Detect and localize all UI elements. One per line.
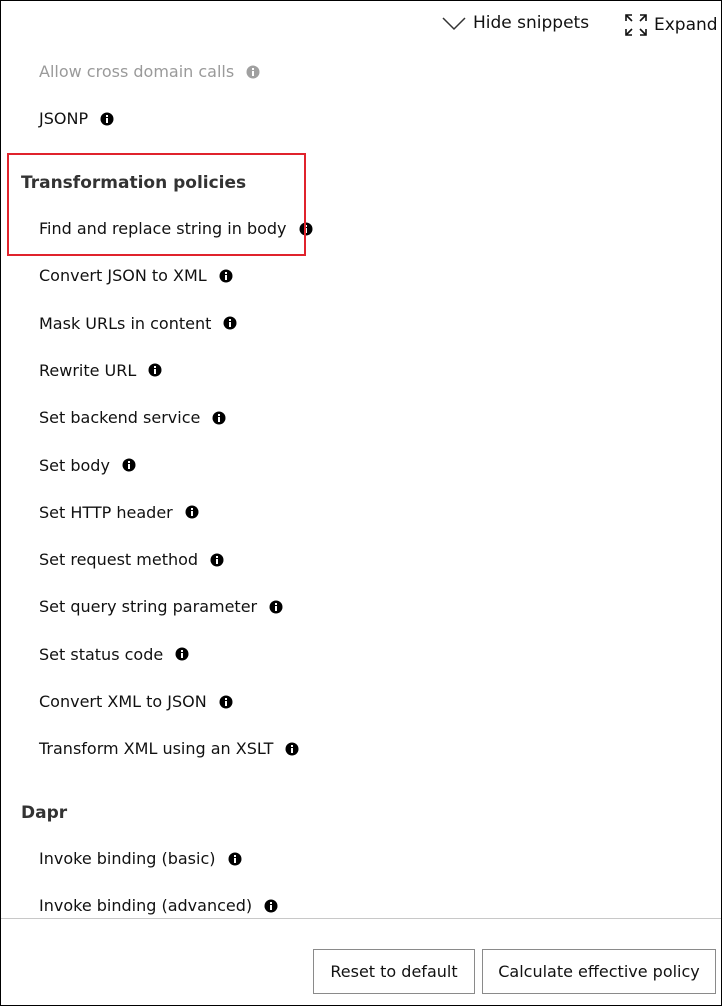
snippet-item[interactable]: Set HTTP header xyxy=(39,503,199,522)
snippet-item-label: Set request method xyxy=(39,550,199,570)
highlight-box xyxy=(7,153,306,256)
snippet-item[interactable]: Convert XML to JSON xyxy=(39,692,233,711)
snippet-item-label: Mask URLs in content xyxy=(39,313,212,333)
expand-icon xyxy=(624,13,648,37)
snippet-item-label: Set status code xyxy=(39,644,164,664)
snippets-list: Allow cross domain calls JSONP Transformat… xyxy=(1,51,721,917)
policy-snippets-panel: Hide snippets Expand Allow cross domain … xyxy=(0,0,722,1006)
section-heading: Dapr xyxy=(21,803,68,823)
snippet-item-label: Invoke binding (basic) xyxy=(39,849,216,868)
info-icon[interactable] xyxy=(212,411,226,425)
reset-to-default-button[interactable]: Reset to default xyxy=(313,949,475,994)
info-icon[interactable] xyxy=(246,65,260,79)
snippet-item[interactable]: Set backend service xyxy=(39,408,226,427)
info-icon[interactable] xyxy=(299,222,313,236)
snippet-item-label: Rewrite URL xyxy=(39,360,137,380)
snippet-item-label: Convert JSON to XML xyxy=(39,266,207,286)
snippet-item[interactable]: Rewrite URL xyxy=(39,361,162,380)
chevron-down-icon xyxy=(441,14,467,32)
snippet-item-label: Transform XML using an XSLT xyxy=(39,739,274,759)
snippet-item[interactable]: Find and replace string in body xyxy=(39,219,313,238)
snippet-item[interactable]: Set body xyxy=(39,456,136,475)
snippet-item[interactable]: Mask URLs in content xyxy=(39,314,237,333)
snippet-item-label: Set query string parameter xyxy=(39,597,258,617)
snippet-item-label: Convert XML to JSON xyxy=(39,692,207,711)
info-icon[interactable] xyxy=(100,112,114,126)
snippet-item[interactable]: Convert JSON to XML xyxy=(39,266,233,285)
snippet-item-label: JSONP xyxy=(39,109,89,128)
info-icon[interactable] xyxy=(228,852,242,866)
expand-button[interactable]: Expand xyxy=(624,13,718,37)
snippet-item: Allow cross domain calls xyxy=(39,62,260,81)
snippet-item[interactable]: Set query string parameter xyxy=(39,597,283,616)
calculate-effective-policy-button[interactable]: Calculate effective policy xyxy=(482,949,716,994)
info-icon[interactable] xyxy=(122,458,136,472)
info-icon[interactable] xyxy=(210,553,224,567)
info-icon[interactable] xyxy=(148,363,162,377)
info-icon[interactable] xyxy=(223,316,237,330)
info-icon[interactable] xyxy=(264,899,278,913)
snippet-item-label: Find and replace string in body xyxy=(39,219,287,238)
footer-bar: Reset to default Calculate effective pol… xyxy=(1,918,721,1005)
info-icon[interactable] xyxy=(219,695,233,709)
info-icon[interactable] xyxy=(219,269,233,283)
snippet-item[interactable]: Set request method xyxy=(39,550,224,569)
snippet-item-label: Allow cross domain calls xyxy=(39,62,235,81)
hide-snippets-label: Hide snippets xyxy=(473,13,590,33)
snippets-toolbar: Hide snippets Expand xyxy=(1,1,721,51)
section-heading: Transformation policies xyxy=(21,173,247,193)
snippet-item-label: Set backend service xyxy=(39,408,201,428)
snippet-item-label: Invoke binding (advanced) xyxy=(39,896,253,915)
info-icon[interactable] xyxy=(285,742,299,756)
hide-snippets-button[interactable]: Hide snippets xyxy=(441,13,589,33)
info-icon[interactable] xyxy=(185,505,199,519)
snippet-item[interactable]: JSONP xyxy=(39,109,114,128)
snippet-item[interactable]: Set status code xyxy=(39,645,189,664)
snippet-item[interactable]: Transform XML using an XSLT xyxy=(39,739,299,758)
info-icon[interactable] xyxy=(175,647,189,661)
snippet-item-label: Set HTTP header xyxy=(39,502,173,522)
expand-label: Expand xyxy=(654,15,718,35)
snippet-item[interactable]: Invoke binding (advanced) xyxy=(39,896,278,915)
info-icon[interactable] xyxy=(269,600,283,614)
snippet-item-label: Set body xyxy=(39,455,110,475)
snippet-item[interactable]: Invoke binding (basic) xyxy=(39,849,242,868)
